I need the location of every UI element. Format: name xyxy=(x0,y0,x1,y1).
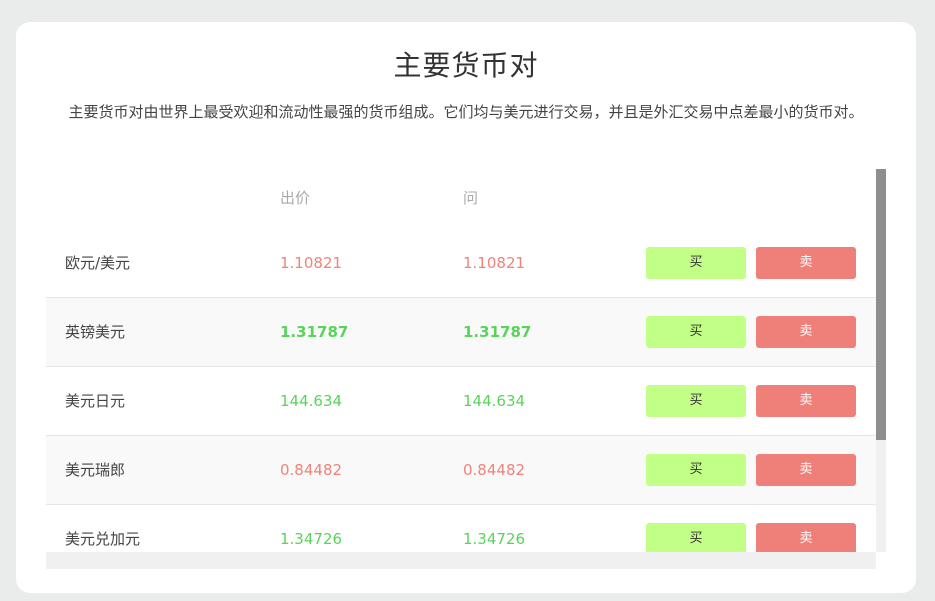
pair-name: 美元瑞郎 xyxy=(65,461,126,479)
sell-button[interactable]: 卖 xyxy=(756,247,856,279)
pair-name: 英镑美元 xyxy=(65,323,126,341)
sell-button[interactable]: 卖 xyxy=(756,316,856,348)
pair-name: 欧元/美元 xyxy=(65,254,131,272)
page-title: 主要货币对 xyxy=(393,49,539,82)
table-row: 欧元/美元 1.10821 1.10821 买 卖 xyxy=(46,229,876,298)
buy-button[interactable]: 买 xyxy=(646,454,746,486)
ask-price: 0.84482 xyxy=(463,461,526,479)
quotes-table: 出价 问 欧元/美元 1.10821 1.10821 买 卖 英镑美元 1.31… xyxy=(46,169,886,569)
sell-button[interactable]: 卖 xyxy=(756,523,856,555)
sell-button[interactable]: 卖 xyxy=(756,454,856,486)
pair-name: 美元日元 xyxy=(65,392,126,410)
ask-price: 1.31787 xyxy=(463,323,532,341)
table-row: 美元瑞郎 0.84482 0.84482 买 卖 xyxy=(46,436,876,505)
pair-name: 美元兑加元 xyxy=(65,530,141,548)
table-row: 美元日元 144.634 144.634 买 卖 xyxy=(46,367,876,436)
horizontal-scrollbar[interactable] xyxy=(46,552,876,569)
buy-button[interactable]: 买 xyxy=(646,523,746,555)
major-pairs-card: 主要货币对 主要货币对由世界上最受欢迎和流动性最强的货币组成。它们均与美元进行交… xyxy=(16,22,916,593)
bid-price: 0.84482 xyxy=(280,461,343,479)
bid-price: 1.31787 xyxy=(280,323,349,341)
ask-price: 144.634 xyxy=(463,392,526,410)
vertical-scrollbar[interactable] xyxy=(876,169,886,552)
buy-button[interactable]: 买 xyxy=(646,385,746,417)
buy-button[interactable]: 买 xyxy=(646,316,746,348)
ask-price: 1.10821 xyxy=(463,254,526,272)
column-header-ask: 问 xyxy=(463,189,479,207)
page-description: 主要货币对由世界上最受欢迎和流动性最强的货币组成。它们均与美元进行交易，并且是外… xyxy=(68,103,864,121)
ask-price: 1.34726 xyxy=(463,530,526,548)
buy-button[interactable]: 买 xyxy=(646,247,746,279)
bid-price: 1.10821 xyxy=(280,254,343,272)
bid-price: 144.634 xyxy=(280,392,343,410)
vertical-scrollbar-thumb[interactable] xyxy=(876,169,886,440)
table-header: 出价 问 xyxy=(46,169,876,229)
sell-button[interactable]: 卖 xyxy=(756,385,856,417)
table-row: 英镑美元 1.31787 1.31787 买 卖 xyxy=(46,298,876,367)
column-header-bid: 出价 xyxy=(280,189,311,207)
bid-price: 1.34726 xyxy=(280,530,343,548)
